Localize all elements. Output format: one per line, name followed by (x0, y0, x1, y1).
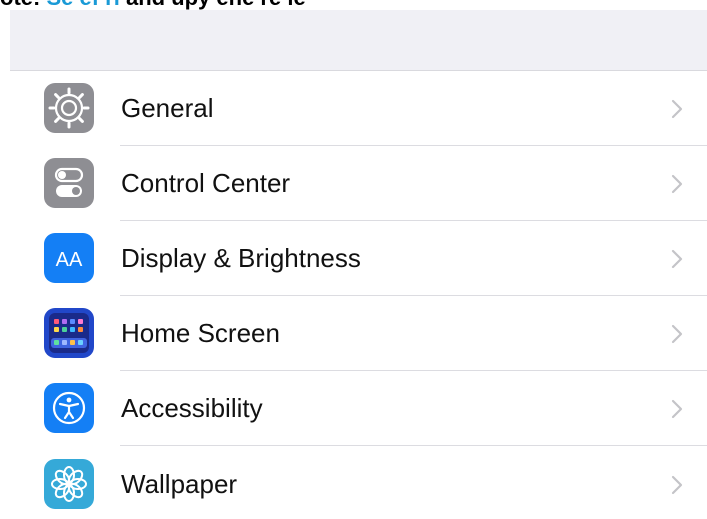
settings-screen: ote: Se ef rl and upy ehe re le (0, 0, 707, 519)
settings-group-header (10, 10, 707, 71)
chevron-right-icon (670, 322, 684, 346)
settings-row-label: Display & Brightness (121, 243, 361, 273)
toggle-switches-icon (44, 158, 94, 208)
top-strip: ote: Se ef rl and upy ehe re le (0, 0, 707, 10)
caption-link[interactable]: Se ef rl (46, 0, 119, 10)
settings-row-label: Accessibility (121, 393, 263, 423)
caption-suffix: and upy ehe re le (126, 0, 306, 10)
gear-icon (44, 83, 94, 133)
settings-row-home-screen[interactable]: Home Screen (10, 296, 707, 371)
settings-row-label: Wallpaper (121, 469, 238, 499)
chevron-right-icon (670, 247, 684, 271)
chevron-right-icon (670, 97, 684, 121)
settings-list: General Control Center AA Display & Brig… (10, 71, 707, 519)
text-size-icon: AA (44, 233, 94, 283)
settings-row-wallpaper[interactable]: Wallpaper (10, 446, 707, 519)
settings-row-display-brightness[interactable]: AA Display & Brightness (10, 221, 707, 296)
chevron-right-icon (670, 172, 684, 196)
settings-row-label: Home Screen (121, 318, 280, 348)
chevron-right-icon (670, 473, 684, 497)
svg-text:AA: AA (56, 249, 83, 271)
flower-icon (44, 459, 94, 509)
accessibility-icon (44, 383, 94, 433)
settings-row-label: Control Center (121, 168, 291, 198)
app-grid-icon (44, 308, 94, 358)
settings-row-accessibility[interactable]: Accessibility (10, 371, 707, 446)
settings-row-general[interactable]: General (10, 71, 707, 146)
top-caption: ote: Se ef rl and upy ehe re le (0, 0, 306, 9)
chevron-right-icon (670, 397, 684, 421)
settings-row-control-center[interactable]: Control Center (10, 146, 707, 221)
settings-row-label: General (121, 93, 214, 123)
caption-prefix: ote: (0, 0, 40, 10)
